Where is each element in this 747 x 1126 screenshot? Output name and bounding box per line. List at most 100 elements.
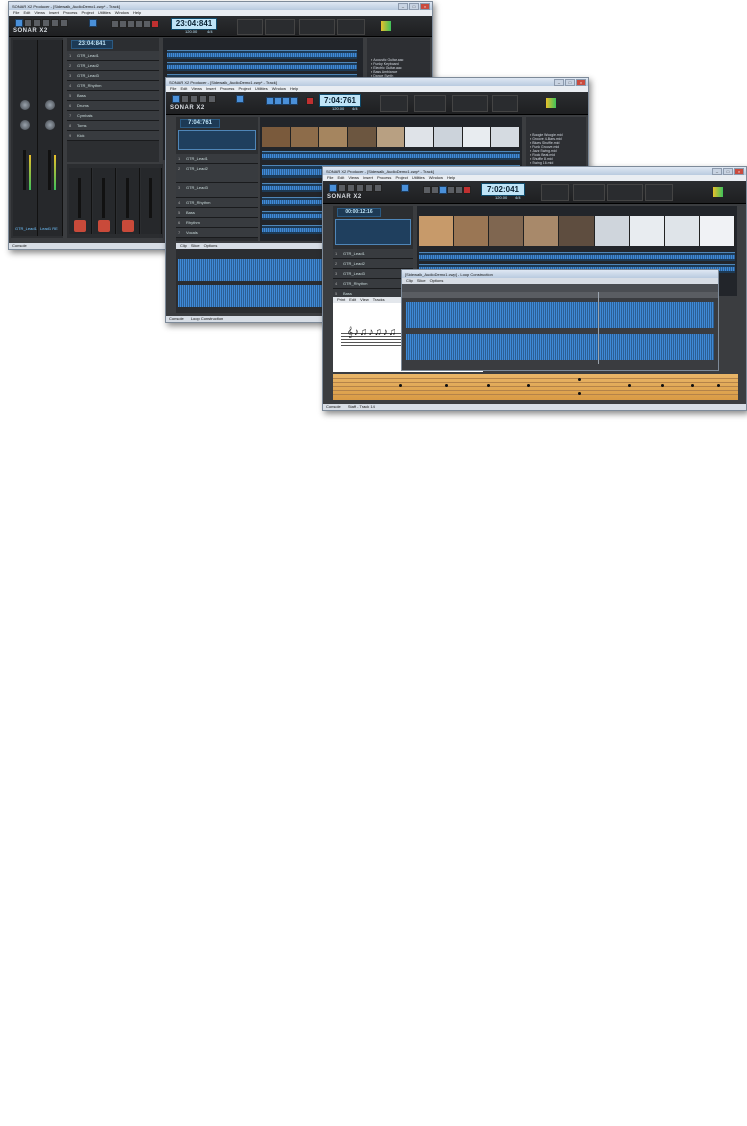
play-button[interactable] xyxy=(127,20,135,28)
smart-tool-button[interactable] xyxy=(329,184,337,192)
large-waveform[interactable] xyxy=(178,285,324,307)
menu-edit[interactable]: Edit xyxy=(349,297,356,303)
stop-button[interactable] xyxy=(274,97,282,105)
volume-fader[interactable] xyxy=(78,178,81,218)
large-waveform[interactable] xyxy=(406,302,714,328)
minimize-button[interactable]: – xyxy=(712,168,722,175)
track-row[interactable]: 2 GTR_Lead2 xyxy=(67,61,159,71)
tab-staff[interactable]: Staff - Track 14 xyxy=(348,404,375,409)
track-row[interactable]: 6 Drums xyxy=(67,101,159,111)
title-bar[interactable]: SONAR X2 Producer - [Sidewalk_AudioDemo1… xyxy=(323,167,746,175)
send-knob[interactable] xyxy=(20,120,30,130)
track-row[interactable]: 5 Bass xyxy=(67,91,159,101)
track-row[interactable]: 1 GTR_Lead1 xyxy=(176,154,258,164)
snap-button[interactable] xyxy=(89,19,97,27)
track-row[interactable]: 3 GTR_Lead3 xyxy=(67,71,159,81)
play-button[interactable] xyxy=(282,97,290,105)
minimize-button[interactable]: – xyxy=(554,79,564,86)
minimize-button[interactable]: – xyxy=(398,3,408,10)
rewind-button[interactable] xyxy=(111,20,119,28)
volume-fader[interactable] xyxy=(48,150,51,190)
tempo-display[interactable]: 120.00 xyxy=(185,29,197,34)
track-row[interactable]: 2 GTR_Lead2 xyxy=(333,259,413,269)
record-button[interactable] xyxy=(151,20,159,28)
stop-button[interactable] xyxy=(119,20,127,28)
track-row[interactable]: 7 Cymbals xyxy=(67,111,159,121)
close-button[interactable]: × xyxy=(420,3,430,10)
rewind-button[interactable] xyxy=(266,97,274,105)
track-row[interactable]: 8 Toms xyxy=(67,121,159,131)
send-knob[interactable] xyxy=(45,120,55,130)
draw-tool-button[interactable] xyxy=(51,19,59,27)
track-row[interactable]: 1 GTR_Lead1 xyxy=(333,249,413,259)
tab-loop-construction[interactable]: Loop Construction xyxy=(191,316,223,321)
edit-tool-button[interactable] xyxy=(356,184,364,192)
record-button[interactable] xyxy=(306,97,314,105)
record-button[interactable] xyxy=(463,186,471,194)
menu-tracks[interactable]: Tracks xyxy=(373,297,385,303)
tab-console[interactable]: Console xyxy=(326,404,341,409)
track-row[interactable]: 9 Kick xyxy=(67,131,159,141)
track-row[interactable]: 2 GTR_Lead2 xyxy=(176,164,258,183)
large-waveform[interactable] xyxy=(406,334,714,360)
audio-clip[interactable] xyxy=(419,252,735,261)
end-button[interactable] xyxy=(455,186,463,194)
fast-forward-button[interactable] xyxy=(447,186,455,194)
volume-fader[interactable] xyxy=(102,178,105,218)
browser-item[interactable]: Swing 16.mid xyxy=(526,161,586,165)
track-view-clock[interactable]: 00:00:12:16 xyxy=(337,208,381,217)
close-button[interactable]: × xyxy=(576,79,586,86)
select-tool-button[interactable] xyxy=(181,95,189,103)
track-row[interactable]: 4 GTR_Rhythm xyxy=(67,81,159,91)
track-row[interactable]: 6 Rhythm xyxy=(176,218,258,228)
tab-console[interactable]: Console xyxy=(12,243,27,248)
large-waveform[interactable] xyxy=(178,259,324,281)
end-button[interactable] xyxy=(143,20,151,28)
smart-tool-button[interactable] xyxy=(172,95,180,103)
select-tool-button[interactable] xyxy=(24,19,32,27)
loop-window-title-bar[interactable]: [Sidewalk_AudioDemo1.cwp] - Loop Constru… xyxy=(402,270,718,278)
track-row[interactable]: 5 Bass xyxy=(176,208,258,218)
track-view-clock[interactable]: 7:04:761 xyxy=(180,119,220,128)
rewind-button[interactable] xyxy=(423,186,431,194)
menu-view[interactable]: View xyxy=(360,297,369,303)
maximize-button[interactable]: □ xyxy=(723,168,733,175)
smart-tool-button[interactable] xyxy=(15,19,23,27)
tempo-display[interactable]: 120.00 xyxy=(332,106,344,111)
volume-fader[interactable] xyxy=(23,150,26,190)
menu-options[interactable]: Options xyxy=(204,243,218,249)
volume-fader[interactable] xyxy=(126,178,129,218)
audio-clip[interactable] xyxy=(262,151,520,160)
title-bar[interactable]: SONAR X2 Producer - [Sidewalk_AudioDemo1… xyxy=(9,2,432,10)
select-tool-button[interactable] xyxy=(338,184,346,192)
fast-forward-button[interactable] xyxy=(290,97,298,105)
meter-display[interactable]: 4/4 xyxy=(207,29,213,34)
menu-print[interactable]: Print xyxy=(337,297,345,303)
snap-button[interactable] xyxy=(236,95,244,103)
tab-console[interactable]: Console xyxy=(169,316,184,321)
pan-knob[interactable] xyxy=(20,100,30,110)
draw-tool-button[interactable] xyxy=(365,184,373,192)
tempo-display[interactable]: 120.00 xyxy=(495,195,507,200)
meter-display[interactable]: 4/4 xyxy=(515,195,521,200)
move-tool-button[interactable] xyxy=(33,19,41,27)
erase-tool-button[interactable] xyxy=(374,184,382,192)
title-bar[interactable]: SONAR X2 Producer - [Sidewalk_AudioDemo1… xyxy=(166,78,588,86)
fretboard-pane[interactable] xyxy=(333,374,738,400)
pan-knob[interactable] xyxy=(45,100,55,110)
move-tool-button[interactable] xyxy=(347,184,355,192)
track-view-clock[interactable]: 23:04:841 xyxy=(71,40,113,49)
track-row[interactable]: 7 Vocals xyxy=(176,228,258,238)
maximize-button[interactable]: □ xyxy=(409,3,419,10)
audio-clip[interactable] xyxy=(167,62,357,71)
play-button[interactable] xyxy=(439,186,447,194)
menu-slice[interactable]: Slice xyxy=(191,243,200,249)
draw-tool-button[interactable] xyxy=(208,95,216,103)
meter-display[interactable]: 4/4 xyxy=(352,106,358,111)
volume-fader[interactable] xyxy=(149,178,152,218)
track-row[interactable]: 3 GTR_Lead3 xyxy=(176,183,258,198)
erase-tool-button[interactable] xyxy=(60,19,68,27)
move-tool-button[interactable] xyxy=(190,95,198,103)
audio-clip[interactable] xyxy=(167,50,357,59)
snap-button[interactable] xyxy=(401,184,409,192)
